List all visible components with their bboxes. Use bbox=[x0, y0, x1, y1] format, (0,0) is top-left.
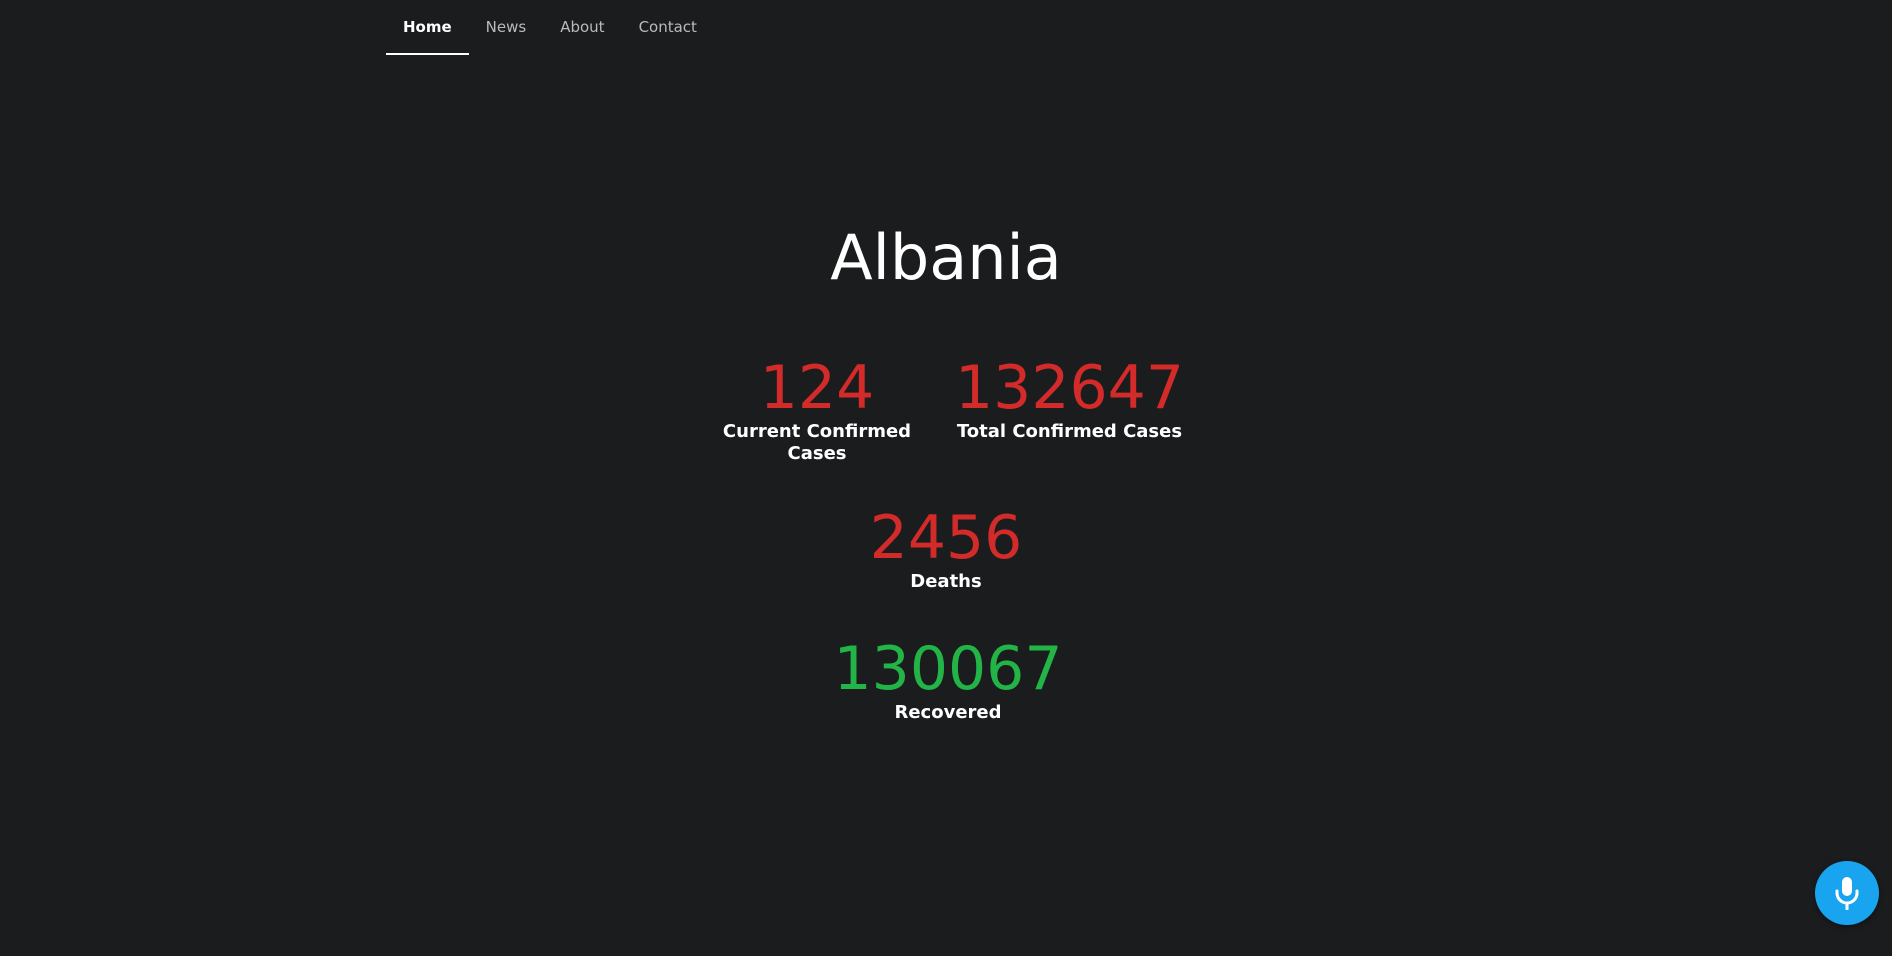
total-confirmed-label: Total Confirmed Cases bbox=[956, 421, 1183, 442]
stat-recovered: 130067 Recovered bbox=[823, 636, 1073, 724]
current-confirmed-label: Current Confirmed Cases bbox=[722, 421, 912, 464]
nav-home[interactable]: Home bbox=[386, 0, 469, 55]
stat-current-confirmed: 124 Current Confirmed Cases bbox=[706, 355, 928, 465]
current-confirmed-value: 124 bbox=[759, 353, 875, 423]
nav-news[interactable]: News bbox=[469, 0, 544, 55]
country-title: Albania bbox=[830, 221, 1062, 294]
nav-contact[interactable]: Contact bbox=[622, 0, 714, 55]
deaths-label: Deaths bbox=[910, 571, 982, 592]
nav-about[interactable]: About bbox=[543, 0, 621, 55]
recovered-label: Recovered bbox=[894, 702, 1002, 723]
microphone-icon bbox=[1835, 877, 1859, 910]
deaths-value: 2456 bbox=[869, 503, 1023, 573]
voice-search-button[interactable] bbox=[1815, 861, 1879, 925]
total-confirmed-value: 132647 bbox=[954, 353, 1185, 423]
stat-deaths: 2456 Deaths bbox=[846, 505, 1046, 593]
top-nav: Home News About Contact bbox=[386, 0, 714, 56]
stat-total-confirmed: 132647 Total Confirmed Cases bbox=[952, 355, 1187, 443]
recovered-value: 130067 bbox=[833, 634, 1063, 704]
